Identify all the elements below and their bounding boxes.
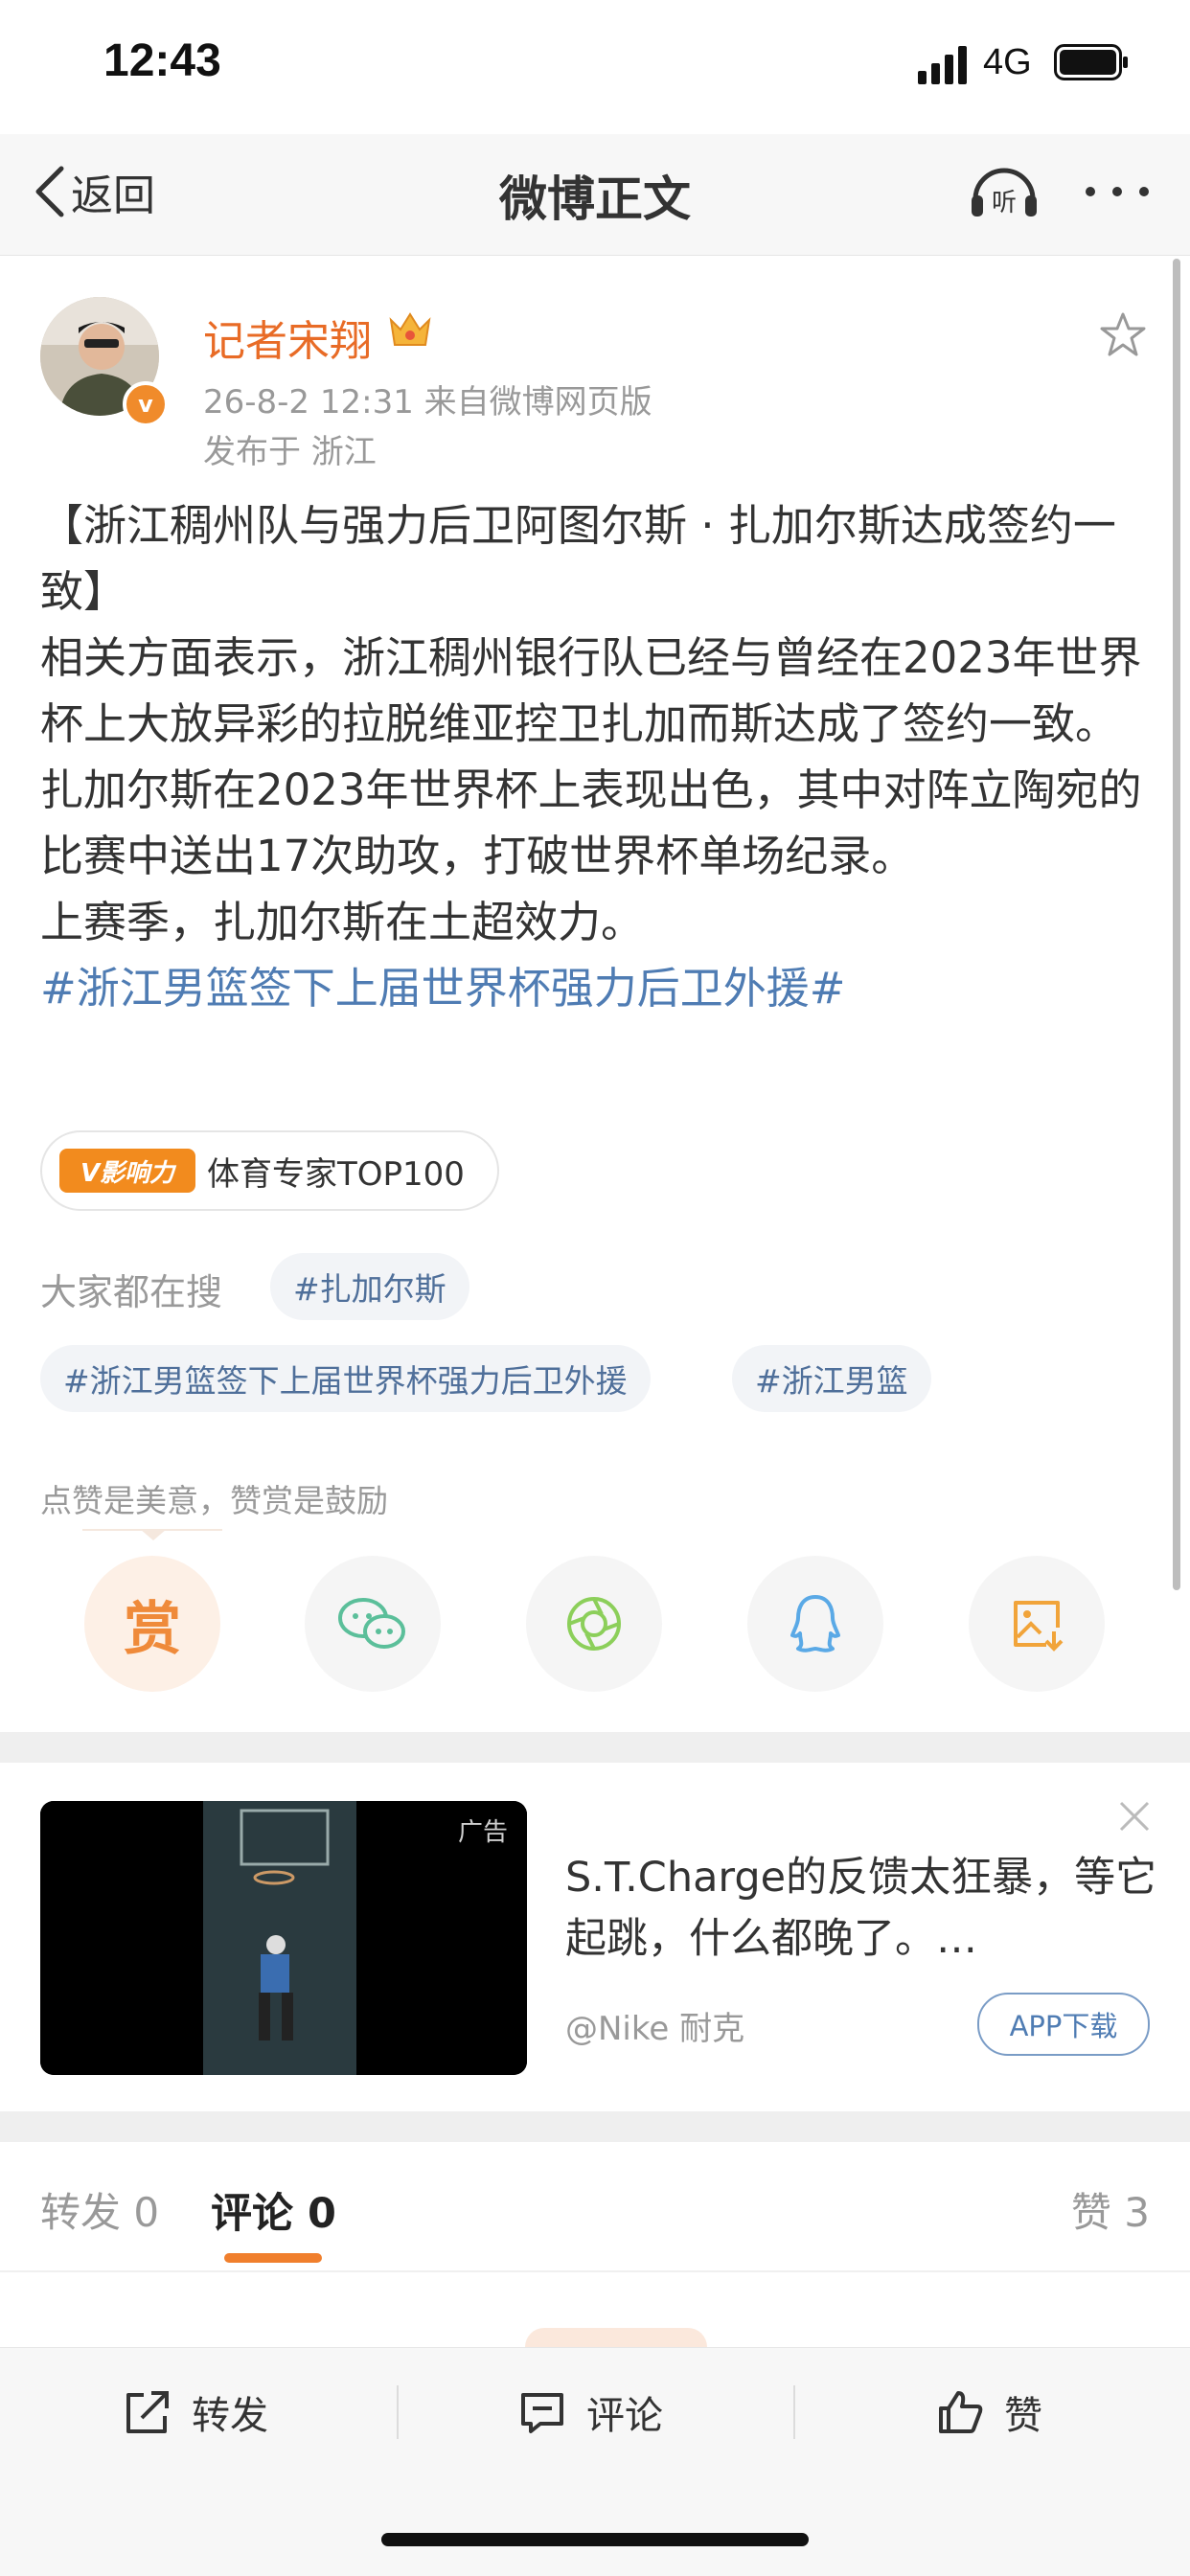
repost-label: 转发 bbox=[192, 2394, 268, 2438]
more-icon[interactable] bbox=[1081, 172, 1154, 211]
section-separator bbox=[0, 2111, 1190, 2142]
ad-title[interactable]: S.T.Charge的反馈太狂暴，等它起跳，什么都晚了。… bbox=[565, 1847, 1159, 1970]
network-type: 4G bbox=[983, 42, 1032, 82]
repost-button[interactable]: 转发 bbox=[123, 2382, 268, 2443]
moments-icon bbox=[567, 1597, 621, 1651]
status-time: 12:43 bbox=[103, 35, 221, 86]
influence-badge-label: 体育专家TOP100 bbox=[207, 1154, 465, 1194]
active-tab-indicator bbox=[224, 2253, 322, 2263]
crown-icon bbox=[389, 312, 431, 346]
comment-button[interactable]: 评论 bbox=[517, 2382, 663, 2443]
influence-badge[interactable]: V影响力 体育专家TOP100 bbox=[40, 1130, 499, 1211]
bar-divider bbox=[397, 2385, 399, 2439]
post-paragraph: 【浙江稠州队与强力后卫阿图尔斯 · 扎加尔斯达成签约一致】 bbox=[40, 500, 1116, 617]
post-content: 【浙江稠州队与强力后卫阿图尔斯 · 扎加尔斯达成签约一致】 相关方面表示，浙江稠… bbox=[40, 492, 1154, 1021]
reward-hint: 点赞是美意，赞赏是鼓励 bbox=[40, 1482, 388, 1519]
verified-badge-icon: v bbox=[123, 381, 169, 427]
wechat-icon bbox=[338, 1598, 405, 1649]
trending-search-label: 大家都在搜 bbox=[40, 1271, 223, 1313]
ad-video-thumbnail bbox=[40, 1801, 527, 2075]
search-tag[interactable]: #浙江男篮签下上届世界杯强力后卫外援 bbox=[40, 1345, 651, 1412]
home-indicator bbox=[381, 2533, 809, 2546]
tabs-divider bbox=[0, 2270, 1190, 2272]
share-wechat-button[interactable] bbox=[305, 1556, 441, 1692]
signal-icon bbox=[918, 46, 967, 84]
post-meta: 26-8-2 12:31 来自微博网页版 bbox=[203, 383, 652, 422]
svg-text:听: 听 bbox=[992, 189, 1017, 217]
save-image-icon bbox=[1014, 1601, 1064, 1652]
comment-icon bbox=[521, 2393, 563, 2433]
ad-media[interactable]: 广告 bbox=[40, 1801, 527, 2075]
bar-divider bbox=[793, 2385, 795, 2439]
influence-v-icon: V影响力 bbox=[59, 1149, 195, 1193]
tab-repost[interactable]: 转发 0 bbox=[40, 2180, 159, 2239]
hint-arrow bbox=[140, 1529, 167, 1540]
app-download-button[interactable]: APP下载 bbox=[977, 1993, 1150, 2056]
like-button[interactable]: 赞 bbox=[935, 2382, 1042, 2443]
share-moments-button[interactable] bbox=[526, 1556, 662, 1692]
close-icon[interactable] bbox=[1113, 1795, 1156, 1837]
qq-icon bbox=[790, 1595, 840, 1653]
favorite-star-icon[interactable] bbox=[1098, 310, 1148, 360]
battery-icon bbox=[1054, 44, 1128, 80]
listen-icon[interactable]: 听 bbox=[968, 161, 1041, 222]
post-paragraph: 相关方面表示，浙江稠州银行队已经与曾经在2023年世界杯上大放异彩的拉脱维亚控卫… bbox=[40, 632, 1142, 881]
thumbs-up-icon bbox=[939, 2391, 983, 2433]
scrollbar[interactable] bbox=[1173, 259, 1180, 1590]
post-paragraph: 上赛季，扎加尔斯在土超效力。 bbox=[40, 897, 645, 947]
like-label: 赞 bbox=[1004, 2394, 1042, 2438]
comment-label: 评论 bbox=[586, 2394, 663, 2438]
ad-source[interactable]: @Nike 耐克 bbox=[565, 2002, 744, 2049]
section-separator bbox=[0, 1732, 1190, 1763]
tab-comment[interactable]: 评论 0 bbox=[211, 2180, 336, 2240]
ad-label: 广告 bbox=[457, 1818, 508, 1847]
reward-button[interactable]: 赏 bbox=[84, 1556, 220, 1692]
post-location: 发布于 浙江 bbox=[203, 433, 377, 471]
post-hashtag-link[interactable]: #浙江男篮签下上届世界杯强力后卫外援# bbox=[40, 955, 1154, 1021]
search-tag[interactable]: #浙江男篮 bbox=[732, 1345, 931, 1412]
reward-label: 赏 bbox=[124, 1595, 181, 1663]
repost-icon bbox=[126, 2391, 169, 2433]
save-image-button[interactable] bbox=[969, 1556, 1105, 1692]
search-tag[interactable]: #扎加尔斯 bbox=[270, 1253, 469, 1320]
tab-like[interactable]: 赞 3 bbox=[1071, 2180, 1150, 2239]
author-name[interactable]: 记者宋翔 bbox=[203, 307, 372, 368]
share-qq-button[interactable] bbox=[747, 1556, 883, 1692]
